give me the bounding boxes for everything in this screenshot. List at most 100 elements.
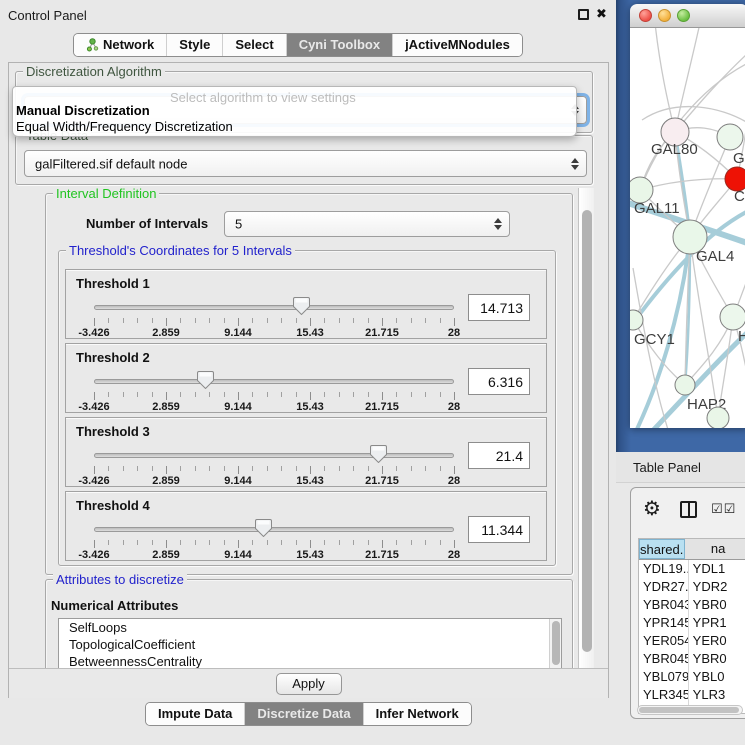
attribute-item-selfloops[interactable]: SelfLoops [59,619,561,636]
top-tabbar: NetworkStyleSelectCyni ToolboxjActiveMNo… [73,33,523,57]
gear-icon[interactable]: ⚙ [643,496,661,521]
tab-infer-network[interactable]: Infer Network [364,703,471,725]
tick-label: 28 [448,475,460,487]
attribute-item-topologicalcoefficient[interactable]: TopologicalCoefficient [59,636,561,653]
close-icon[interactable]: ✖ [596,6,607,22]
slider-thumb[interactable] [255,519,272,537]
node-label: GCY1 [634,331,675,348]
tick-mark [310,466,311,474]
threshold-value-field[interactable] [468,516,530,543]
slider-ticks [94,392,454,400]
column-header-1[interactable]: na [685,539,745,559]
tick-mark [310,318,311,326]
table-row[interactable]: YBR043CYBR0 [639,596,745,614]
table-row[interactable]: YBR045CYBR0 [639,650,745,668]
settings-vertical-scrollbar [578,188,594,668]
close-traffic-light[interactable] [639,9,652,22]
slider-tick-labels: -3.4262.8599.14415.4321.71528 [94,327,454,339]
attribute-item-betweennesscentrality[interactable]: BetweennessCentrality [59,653,561,668]
table-cell: YBR0 [689,596,745,614]
column-header-0[interactable]: shared... [639,539,685,559]
attribute-table: shared...na YDL19...YDL1YDR27...YDR2YBR0… [638,538,745,714]
table-data-combobox[interactable]: galFiltered.sif default node [24,150,587,177]
table-row[interactable]: YLR345WYLR3 [639,686,745,704]
network-node[interactable] [707,407,729,428]
table-panel-bar: Table Panel [616,452,745,483]
threshold-value-field[interactable] [468,294,530,321]
number-of-intervals-combobox[interactable]: 5 [224,211,510,237]
tick-mark [382,540,383,548]
slider-track[interactable] [94,527,454,532]
tick-mark [368,466,369,471]
network-node-h[interactable] [720,304,745,330]
number-of-intervals-value: 5 [235,217,242,232]
tick-mark [454,466,455,474]
tick-mark [382,466,383,474]
group-title: Attributes to discretize [53,572,187,587]
tick-mark [425,466,426,471]
tick-mark [281,318,282,323]
tick-mark [238,392,239,400]
attributes-scrollbar-thumb[interactable] [552,621,560,665]
threshold-value-field[interactable] [468,442,530,469]
tab-network[interactable]: Network [74,34,167,56]
table-cell: YPR145W [639,614,689,632]
network-node-hap2[interactable] [675,375,695,395]
table-row[interactable]: YPR145WYPR1 [639,614,745,632]
slider-thumb[interactable] [197,371,214,389]
table-row[interactable]: YDL19...YDL1 [639,560,745,578]
threshold-value-field[interactable] [468,368,530,395]
tick-mark [252,318,253,323]
slider-track[interactable] [94,305,454,310]
tick-mark [152,392,153,397]
zoom-traffic-light[interactable] [677,9,690,22]
table-rows: YDL19...YDL1YDR27...YDR2YBR043CYBR0YPR14… [639,560,745,714]
tick-label: 15.43 [296,401,324,413]
tick-mark [324,540,325,545]
popup-item-equal-width-frequency-discretization[interactable]: Equal Width/Frequency Discretization [16,119,233,134]
tick-mark [137,466,138,471]
table-cell: YDR2 [689,578,745,596]
tick-mark [224,318,225,323]
tick-mark [195,540,196,545]
slider-thumb[interactable] [293,297,310,315]
tick-mark [267,392,268,397]
tick-mark [166,466,167,474]
screen: Control Panel ✖ NetworkStyleSelectCyni T… [0,0,745,745]
tick-mark [123,392,124,397]
popup-item-manual-discretization[interactable]: Manual Discretization [16,103,150,118]
table-row[interactable]: YER054CYER0 [639,632,745,650]
tick-mark [440,540,441,545]
threshold-label: Threshold 4 [76,498,150,513]
slider-thumb[interactable] [370,445,387,463]
network-canvas[interactable]: GAL80GCGAL11GAL4GCY1HHAP2 [630,28,745,428]
tab-jactivemnodules[interactable]: jActiveMNodules [393,34,522,56]
tab-select[interactable]: Select [223,34,286,56]
tick-label: 21.715 [365,549,399,561]
table-cell: YDL19... [639,560,689,578]
network-window-titlebar [630,4,745,28]
tab-style[interactable]: Style [167,34,223,56]
table-hscrollbar-thumb[interactable] [639,707,739,713]
apply-button[interactable]: Apply [276,673,342,695]
tab-discretize-data[interactable]: Discretize Data [245,703,363,725]
slider-track[interactable] [94,453,454,458]
minimize-traffic-light[interactable] [658,9,671,22]
tick-mark [411,540,412,545]
tick-mark [224,466,225,471]
table-row[interactable]: YBL079WYBL0 [639,668,745,686]
split-view-icon[interactable] [680,501,697,518]
slider-tick-labels: -3.4262.8599.14415.4321.71528 [94,401,454,413]
tick-mark [180,392,181,397]
tab-impute-data[interactable]: Impute Data [146,703,245,725]
threshold-label: Threshold 2 [76,350,150,365]
select-columns-icon[interactable]: ☑☑ [711,501,736,517]
float-window-icon[interactable] [578,9,589,20]
table-row[interactable]: YDR27...YDR2 [639,578,745,596]
slider-track[interactable] [94,379,454,384]
network-node-g[interactable] [717,124,743,150]
settings-scrollbar-thumb[interactable] [582,210,592,652]
tab-cyni-toolbox[interactable]: Cyni Toolbox [287,34,393,56]
node-label: GAL80 [651,141,698,158]
tick-mark [324,318,325,323]
